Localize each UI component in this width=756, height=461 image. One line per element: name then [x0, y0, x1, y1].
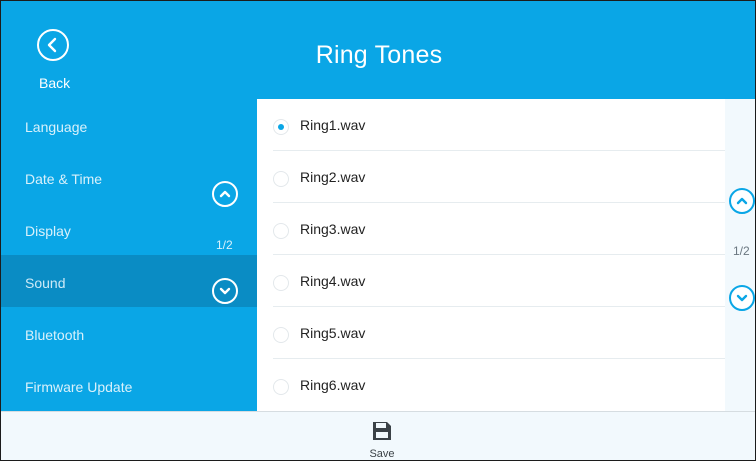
ringtone-list: Ring1.wav Ring2.wav Ring3.wav Ring4.wav … — [257, 99, 725, 411]
sidebar-item-label: Date & Time — [25, 171, 103, 187]
ringtone-label: Ring5.wav — [300, 325, 366, 341]
sidebar-item-label: Bluetooth — [25, 327, 85, 343]
sidebar-item-bluetooth[interactable]: Bluetooth — [1, 307, 257, 359]
radio-unselected[interactable] — [273, 171, 289, 187]
radio-unselected[interactable] — [273, 275, 289, 291]
chevron-down-icon — [219, 287, 231, 295]
sidebar-item-label: Display — [25, 223, 71, 239]
bottom-action-bar: Save — [1, 411, 755, 460]
radio-unselected[interactable] — [273, 379, 289, 395]
chevron-down-icon — [736, 294, 748, 302]
list-page-indicator: 1/2 — [733, 244, 750, 258]
ringtone-label: Ring4.wav — [300, 273, 366, 289]
sidebar-scroll-down-button[interactable] — [212, 278, 238, 304]
sidebar-item-label: Firmware Update — [25, 379, 133, 395]
sidebar-item-label: Language — [25, 119, 88, 135]
radio-unselected[interactable] — [273, 223, 289, 239]
ringtone-label: Ring1.wav — [300, 117, 366, 133]
sidebar-item-language[interactable]: Language — [1, 99, 257, 151]
list-scroll-strip: 1/2 — [725, 99, 755, 411]
sidebar-page-indicator: 1/2 — [216, 238, 233, 252]
sidebar-item-label: Sound — [25, 275, 66, 291]
ringtone-label: Ring6.wav — [300, 377, 366, 393]
save-label: Save — [369, 448, 395, 460]
ring-tones-screen: Back Ring Tones Language Date & Time Dis… — [0, 0, 756, 461]
chevron-up-icon — [736, 197, 748, 205]
radio-unselected[interactable] — [273, 327, 289, 343]
ringtone-row-ring2[interactable]: Ring2.wav — [273, 151, 725, 203]
sidebar-item-firmware-update[interactable]: Firmware Update — [1, 359, 257, 411]
radio-selected[interactable] — [273, 119, 289, 135]
chevron-up-icon — [219, 190, 231, 198]
list-scroll-down-button[interactable] — [729, 285, 755, 311]
page-title: Ring Tones — [315, 41, 443, 69]
list-scroll-up-button[interactable] — [729, 188, 755, 214]
settings-sidebar: Language Date & Time Display Sound Bluet… — [1, 99, 257, 411]
floppy-disk-icon — [373, 422, 391, 440]
ringtone-row-ring3[interactable]: Ring3.wav — [273, 203, 725, 255]
ringtone-row-ring1[interactable]: Ring1.wav — [273, 99, 725, 151]
ringtone-row-ring4[interactable]: Ring4.wav — [273, 255, 725, 307]
ringtone-row-ring5[interactable]: Ring5.wav — [273, 307, 725, 359]
save-button[interactable]: Save — [359, 418, 405, 460]
ringtone-label: Ring2.wav — [300, 169, 366, 185]
header-bar: Back Ring Tones — [1, 1, 755, 99]
ringtone-label: Ring3.wav — [300, 221, 366, 237]
back-label: Back — [39, 75, 71, 91]
sidebar-scroll-up-button[interactable] — [212, 181, 238, 207]
ringtone-row-ring6[interactable]: Ring6.wav — [273, 359, 725, 411]
